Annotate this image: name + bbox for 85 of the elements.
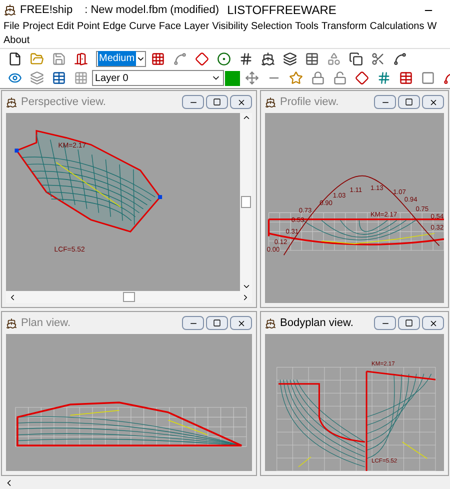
- folder-icon: [30, 52, 44, 66]
- window-title: : New model.fbm (modified): [84, 2, 220, 18]
- close-button[interactable]: [422, 95, 444, 109]
- scroll-thumb[interactable]: [241, 196, 251, 208]
- close-button[interactable]: [230, 95, 252, 109]
- menu-item[interactable]: Visibility: [210, 20, 250, 34]
- unlock-icon: [332, 71, 346, 85]
- dropdown-value: Layer 0: [95, 72, 128, 86]
- scroll-up-icon: [242, 113, 250, 122]
- copy-icon: [348, 52, 362, 66]
- diamond-icon: [354, 71, 368, 85]
- close-icon: [236, 98, 246, 106]
- shapes-icon: [326, 52, 340, 66]
- lock-icon: [310, 71, 324, 85]
- close-icon: [236, 318, 246, 328]
- layers-icon: [30, 71, 44, 85]
- menu-item[interactable]: Transform: [320, 20, 368, 34]
- menu-item[interactable]: Curve: [128, 20, 158, 34]
- maximize-button[interactable]: [206, 316, 228, 330]
- door-icon: [74, 52, 88, 66]
- maximize-icon: [213, 98, 221, 106]
- close-button[interactable]: [230, 316, 252, 330]
- menu-item[interactable]: Project: [21, 20, 56, 34]
- maximize-icon: [405, 319, 413, 327]
- horizontal-scrollbar[interactable]: [6, 291, 252, 303]
- ship-icon: [265, 96, 276, 108]
- menu-item[interactable]: W: [426, 20, 438, 34]
- maximize-icon: [405, 98, 413, 106]
- ship-icon: [265, 318, 276, 328]
- close-icon: [428, 98, 438, 106]
- menu-item[interactable]: Edge: [101, 20, 128, 34]
- menu-item[interactable]: Edit: [55, 20, 76, 34]
- table-icon: [304, 52, 318, 66]
- curve-icon: [172, 52, 186, 66]
- menu-item[interactable]: Selection: [250, 20, 294, 34]
- view-title: Bodyplan view.: [280, 316, 354, 331]
- hash-icon: [238, 52, 252, 66]
- close-icon: [428, 318, 438, 328]
- table-icon: [398, 71, 412, 85]
- scroll-left-icon: [8, 292, 17, 302]
- menu-item[interactable]: About: [2, 34, 32, 48]
- view-title: Perspective view.: [21, 94, 106, 110]
- maximize-button[interactable]: [398, 316, 420, 330]
- horizontal-scrollbar[interactable]: [0, 477, 450, 489]
- vertical-scrollbar[interactable]: [240, 113, 252, 291]
- new-file-icon: [8, 52, 22, 66]
- table-icon: [52, 71, 66, 85]
- menu-item[interactable]: Face: [157, 20, 183, 34]
- menu-item[interactable]: File: [2, 20, 22, 34]
- layers-icon: [282, 52, 296, 66]
- eye-icon: [8, 71, 22, 85]
- scissors-icon: [370, 52, 384, 66]
- grid-icon: [150, 52, 164, 66]
- menu-item[interactable]: Tools: [294, 20, 320, 34]
- menu-item[interactable]: Calculations: [368, 20, 426, 34]
- ship-icon: [260, 52, 274, 66]
- scroll-right-icon: [241, 292, 250, 302]
- diamond-icon: [194, 52, 208, 66]
- layer-dropdown[interactable]: Layer 0: [92, 70, 224, 86]
- ship-icon: [6, 318, 17, 328]
- view-title: Plan view.: [21, 316, 71, 331]
- dropdown-value: Medium: [98, 51, 136, 66]
- grid-icon: [74, 71, 88, 85]
- title-extra-text: LISTOFFREEWARE: [227, 2, 336, 19]
- square-icon: [420, 71, 434, 85]
- menu-item[interactable]: Layer: [182, 20, 211, 34]
- view-title: Profile view.: [280, 94, 339, 110]
- star-icon: [288, 71, 302, 85]
- hash-icon: [376, 71, 390, 85]
- scroll-thumb[interactable]: [123, 292, 135, 302]
- menu-item[interactable]: Point: [75, 20, 102, 34]
- circle-icon: [216, 52, 230, 66]
- maximize-button[interactable]: [206, 95, 228, 109]
- precision-dropdown[interactable]: Medium: [96, 50, 146, 66]
- app-icon: [4, 4, 16, 16]
- curve-icon: [392, 52, 406, 66]
- maximize-icon: [213, 319, 221, 327]
- layer-color-swatch[interactable]: [225, 70, 240, 86]
- ship-icon: [6, 96, 17, 108]
- app-name: FREE!ship: [20, 2, 73, 18]
- maximize-button[interactable]: [398, 95, 420, 109]
- scroll-down-icon: [242, 282, 250, 291]
- move-icon: [244, 71, 258, 85]
- close-button[interactable]: [422, 316, 444, 330]
- save-icon: [52, 52, 66, 66]
